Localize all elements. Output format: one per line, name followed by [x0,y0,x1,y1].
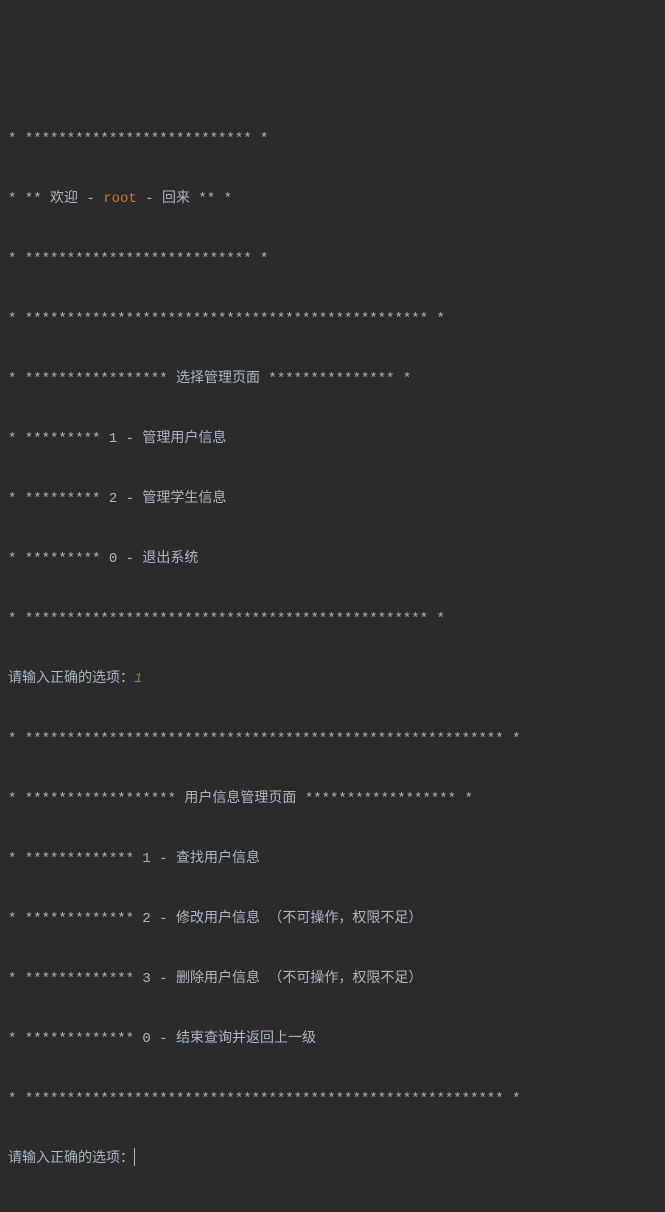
menu2-option-1: * ************* 1 - 查找用户信息 [8,844,657,874]
username: root [103,191,137,207]
menu1-option-2: * ********* 2 - 管理学生信息 [8,484,657,514]
menu2-border-top: * **************************************… [8,724,657,754]
menu1-prompt: 请输入正确的选项： [8,671,134,687]
menu1-title: * ***************** 选择管理页面 *************… [8,364,657,394]
cursor[interactable] [134,1148,135,1166]
menu2-title: * ****************** 用户信息管理页面 **********… [8,784,657,814]
menu1-option-1: * ********* 1 - 管理用户信息 [8,424,657,454]
menu1-border-bottom: * **************************************… [8,604,657,634]
menu2-option-0: * ************* 0 - 结束查询并返回上一级 [8,1024,657,1054]
menu1-border-top: * **************************************… [8,304,657,334]
menu2-border-bottom: * **************************************… [8,1084,657,1114]
menu2-option-3: * ************* 3 - 删除用户信息 （不可操作，权限不足） [8,964,657,994]
menu2-option-2: * ************* 2 - 修改用户信息 （不可操作，权限不足） [8,904,657,934]
welcome-border-bottom: * *************************** * [8,244,657,274]
welcome-line: * ** 欢迎 - root - 回来 ** * [8,184,657,214]
welcome-border-top: * *************************** * [8,124,657,154]
menu1-prompt-line[interactable]: 请输入正确的选项：1 [8,664,657,694]
menu1-option-0: * ********* 0 - 退出系统 [8,544,657,574]
menu1-input[interactable]: 1 [134,671,142,687]
menu2-prompt-line[interactable]: 请输入正确的选项： [8,1144,657,1174]
menu2-prompt: 请输入正确的选项： [8,1151,134,1167]
